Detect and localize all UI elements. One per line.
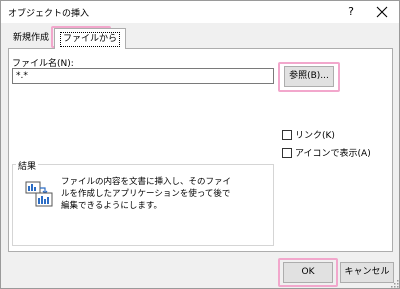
title-bar: オブジェクトの挿入 ? xyxy=(1,1,399,23)
display-as-icon-label: アイコンで表示(A) xyxy=(295,149,371,159)
help-button[interactable]: ? xyxy=(343,4,359,20)
display-as-icon-checkbox[interactable] xyxy=(282,147,292,158)
resize-grip-icon[interactable] xyxy=(391,280,399,288)
ok-highlight xyxy=(278,258,338,287)
insert-object-dialog: オブジェクトの挿入 ? 新規作成 ファイルから ファイル名(N): 参照(B).… xyxy=(0,0,400,289)
dialog-title: オブジェクトの挿入 xyxy=(8,9,90,19)
link-checkbox[interactable] xyxy=(282,129,292,140)
result-description: ファイルの内容を文書に挿入し、そのファイルを作成したアプリケーションを使って後で… xyxy=(61,177,232,211)
close-icon[interactable] xyxy=(373,3,391,21)
browse-highlight xyxy=(278,62,340,92)
cancel-button[interactable]: キャンセル xyxy=(340,262,394,283)
file-name-input[interactable] xyxy=(12,68,274,84)
link-option[interactable]: リンク(K) xyxy=(282,128,335,141)
tab-from-file[interactable]: ファイルから xyxy=(54,28,127,49)
tab-new[interactable]: 新規作成 xyxy=(9,30,53,48)
tab-from-file-label: ファイルから xyxy=(60,32,121,47)
link-label: リンク(K) xyxy=(295,131,335,141)
display-as-icon-option[interactable]: アイコンで表示(A) xyxy=(282,146,371,159)
insert-object-icon xyxy=(25,181,53,207)
result-title: 結果 xyxy=(16,159,39,172)
